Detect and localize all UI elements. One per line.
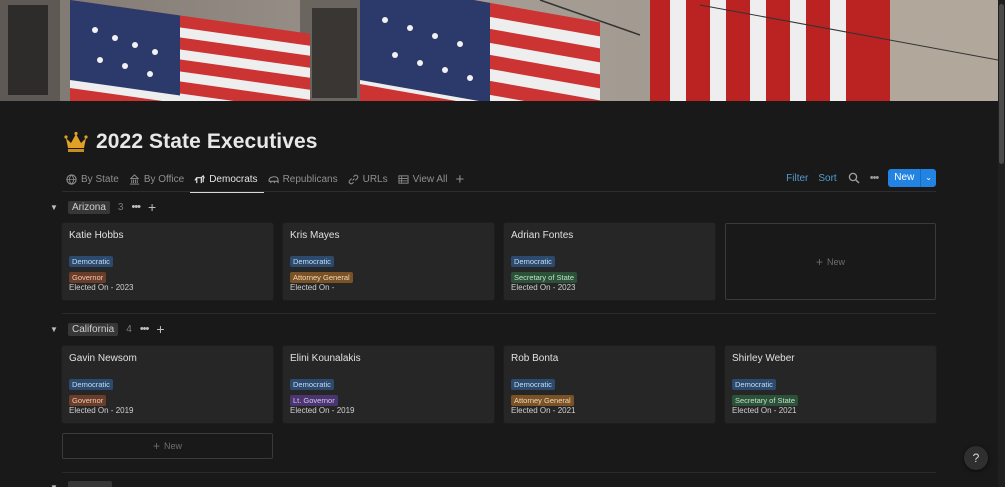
search-icon[interactable]	[848, 172, 860, 184]
group-header-arizona: ▼ Arizona 3 ••• +	[50, 198, 156, 216]
party-tag: Democratic	[511, 256, 555, 267]
card-name: Elini Kounalakis	[290, 353, 361, 364]
cover-image	[0, 0, 998, 101]
card-katie-hobbs[interactable]: Katie Hobbs Democratic Governor Elected …	[62, 223, 273, 300]
office-tag: Governor	[69, 272, 107, 283]
tab-by-state[interactable]: By State	[62, 168, 125, 190]
chevron-down-icon[interactable]: ⌄	[921, 169, 936, 187]
database-toolbar: Filter Sort ••• New ⌄	[776, 169, 936, 187]
office-tag: Attorney General	[511, 395, 574, 406]
elected-on: Elected On - 2023	[69, 283, 134, 292]
collapse-toggle-icon[interactable]: ▼	[50, 325, 68, 334]
elected-on: Elected On -	[290, 283, 335, 292]
tab-republicans[interactable]: Republicans	[264, 168, 344, 190]
group-more-icon[interactable]: •••	[140, 323, 150, 335]
globe-icon	[66, 173, 77, 185]
tab-democrats[interactable]: Democrats	[190, 168, 264, 193]
elected-on: Elected On - 2019	[69, 406, 134, 415]
elected-on: Elected On - 2019	[290, 406, 355, 415]
help-button[interactable]: ?	[964, 446, 988, 470]
office-tag: Lt. Governor	[290, 395, 338, 406]
elected-on: Elected On - 2021	[511, 406, 576, 415]
collapse-toggle-icon[interactable]: ▼	[50, 483, 68, 487]
crown-icon[interactable]	[64, 131, 88, 153]
group-count: 3	[117, 201, 124, 213]
party-tag: Democratic	[69, 379, 113, 390]
new-card-label: New	[164, 441, 183, 451]
card-name: Gavin Newsom	[69, 353, 137, 364]
donkey-icon	[194, 174, 206, 183]
card-adrian-fontes[interactable]: Adrian Fontes Democratic Secretary of St…	[504, 223, 715, 300]
tabs-divider	[62, 191, 936, 192]
tab-urls[interactable]: URLs	[344, 168, 394, 190]
tab-by-office[interactable]: By Office	[125, 168, 190, 190]
building-icon	[129, 173, 140, 185]
more-options-icon[interactable]: •••	[870, 172, 880, 184]
card-name: Shirley Weber	[732, 353, 795, 364]
card-shirley-weber[interactable]: Shirley Weber Democratic Secretary of St…	[725, 346, 936, 423]
card-name: Kris Mayes	[290, 230, 340, 241]
group-divider	[62, 472, 936, 473]
scrollbar-thumb[interactable]	[999, 4, 1004, 164]
group-count: 4	[126, 323, 132, 335]
tab-label: Democrats	[209, 173, 258, 185]
party-tag: Democratic	[69, 256, 113, 267]
tab-label: URLs	[362, 173, 388, 185]
link-icon	[348, 174, 358, 184]
table-icon	[398, 174, 409, 184]
card-kris-mayes[interactable]: Kris Mayes Democratic Attorney General E…	[283, 223, 494, 300]
office-tag: Secretary of State	[511, 272, 578, 283]
plus-icon: +	[152, 439, 160, 453]
tab-label: Republicans	[282, 173, 338, 185]
page-title[interactable]: 2022 State Executives	[96, 130, 318, 154]
page-header: 2022 State Executives	[64, 130, 318, 154]
elephant-icon	[267, 175, 279, 183]
new-card-button[interactable]: + New	[62, 433, 273, 459]
group-header-california: ▼ California 4 ••• +	[50, 320, 165, 338]
new-button-group: New ⌄	[888, 169, 936, 187]
new-card-label: New	[827, 256, 846, 267]
group-divider	[62, 313, 936, 314]
card-name: Katie Hobbs	[69, 230, 124, 241]
elected-on: Elected On - 2021	[732, 406, 797, 415]
tab-label: By State	[81, 173, 119, 185]
group-name[interactable]: Arizona	[68, 200, 110, 214]
card-elini-kounalakis[interactable]: Elini Kounalakis Democratic Lt. Governor…	[283, 346, 494, 423]
card-name: Adrian Fontes	[511, 230, 574, 241]
office-tag: Secretary of State	[732, 395, 799, 406]
party-tag: Democratic	[290, 379, 334, 390]
new-card-button[interactable]: + New	[725, 223, 936, 300]
new-button[interactable]: New	[888, 169, 922, 187]
tab-label: View All	[412, 173, 448, 185]
tab-label: By Office	[143, 173, 185, 185]
add-view-icon[interactable]: +	[455, 172, 464, 187]
party-tag: Democratic	[732, 379, 776, 390]
party-tag: Democratic	[511, 379, 555, 390]
group-name-clipped[interactable]	[68, 481, 112, 487]
elected-on: Elected On - 2023	[511, 283, 576, 292]
card-name: Rob Bonta	[511, 353, 559, 364]
card-rob-bonta[interactable]: Rob Bonta Democratic Attorney General El…	[504, 346, 715, 423]
group-header-next: ▼	[50, 481, 112, 487]
plus-icon: +	[815, 254, 823, 269]
group-add-icon[interactable]: +	[156, 322, 164, 336]
office-tag: Governor	[69, 395, 107, 406]
group-more-icon[interactable]: •••	[131, 201, 141, 213]
collapse-toggle-icon[interactable]: ▼	[50, 203, 68, 212]
page-scrollbar[interactable]	[998, 0, 1005, 487]
card-gavin-newsom[interactable]: Gavin Newsom Democratic Governor Elected…	[62, 346, 273, 423]
group-add-icon[interactable]: +	[148, 200, 156, 214]
sort-button[interactable]: Sort	[818, 173, 836, 184]
view-tabs: By State By Office Democrats Republicans…	[62, 167, 464, 193]
filter-button[interactable]: Filter	[786, 173, 808, 184]
tab-view-all[interactable]: View All	[394, 168, 454, 190]
party-tag: Democratic	[290, 256, 334, 267]
group-name[interactable]: California	[68, 322, 119, 336]
office-tag: Attorney General	[290, 272, 353, 283]
